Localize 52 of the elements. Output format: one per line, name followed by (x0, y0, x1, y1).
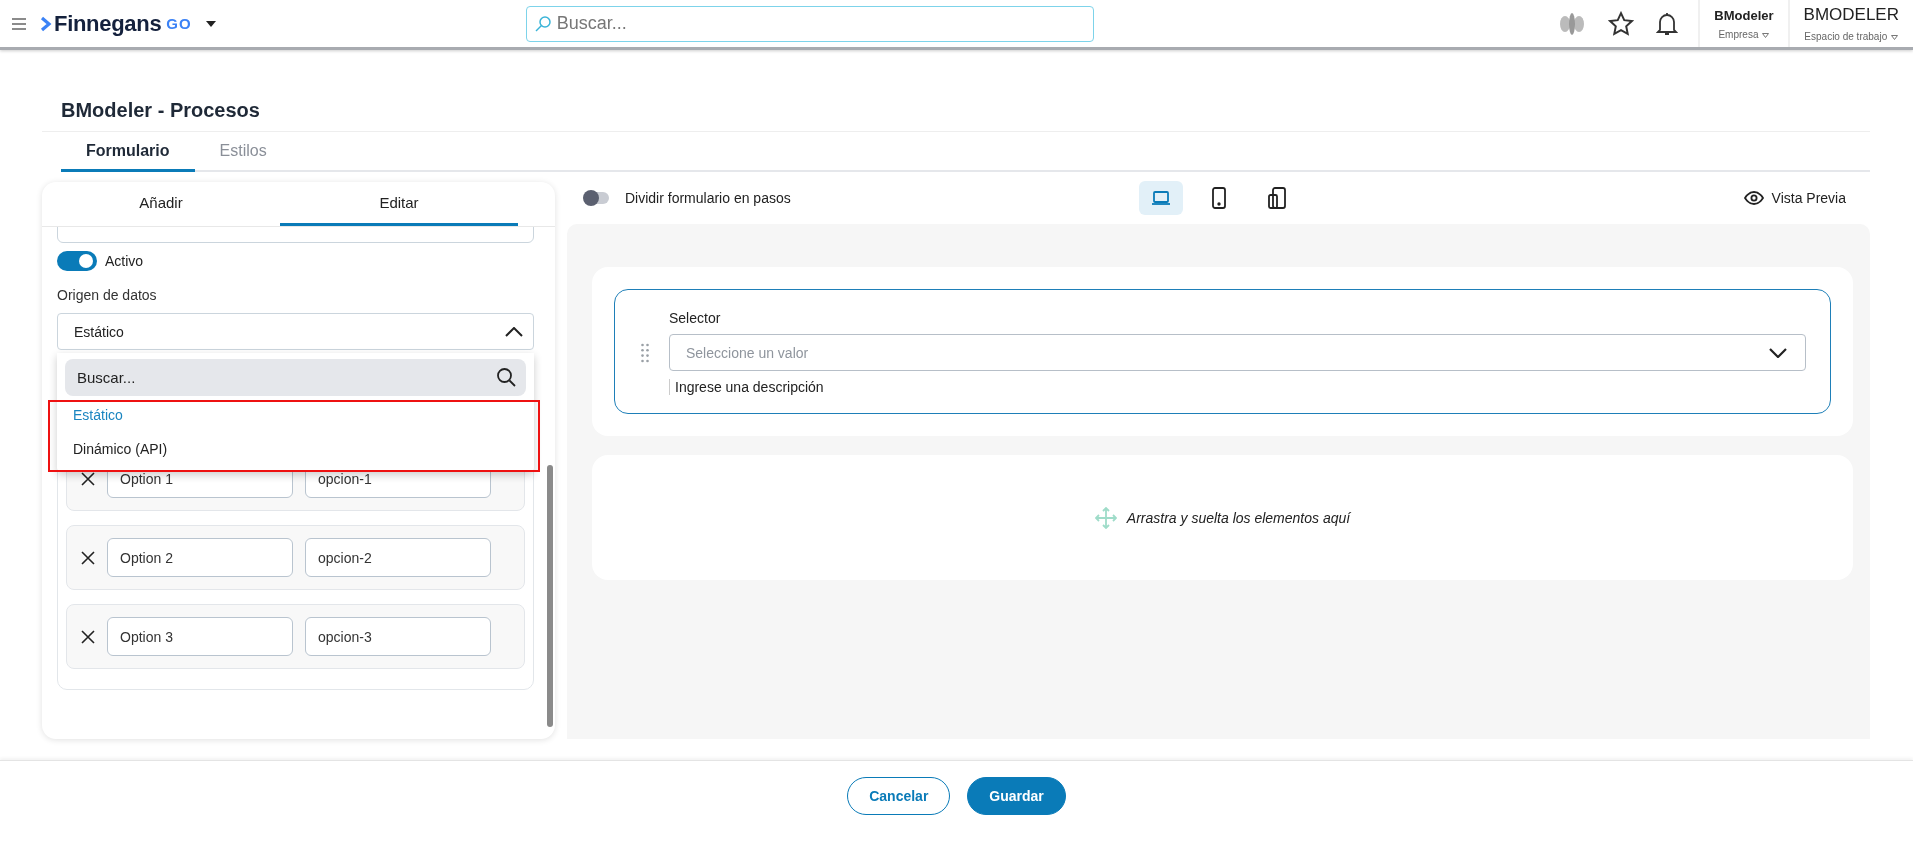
save-button[interactable]: Guardar (967, 777, 1066, 815)
laptop-icon (1150, 190, 1171, 206)
toggle-switch[interactable] (57, 251, 97, 271)
input-field[interactable]: opcion-2 (305, 538, 491, 577)
search-icon (534, 15, 551, 32)
search-field[interactable]: Buscar... (65, 359, 526, 396)
menu-item[interactable]: Estático (65, 398, 526, 432)
eye-icon (1743, 191, 1764, 205)
toggle-switch[interactable] (585, 192, 609, 204)
drag-handle-icon[interactable] (641, 342, 649, 363)
app-logo-icon[interactable] (1558, 11, 1587, 36)
preview-button[interactable]: Vista Previa (1737, 189, 1852, 207)
input-field[interactable]: Option 3 (107, 617, 293, 656)
field-card[interactable]: Selector Seleccione un valor Ingrese una descripción (614, 289, 1831, 414)
close-icon (81, 471, 95, 486)
search-icon (496, 367, 516, 387)
tab[interactable]: Editar (280, 182, 518, 226)
field-label: Origen de datos (57, 287, 158, 303)
caret-icon (1891, 35, 1899, 40)
field-label: Selector (669, 310, 722, 326)
close-icon (81, 629, 95, 644)
search-field[interactable]: Buscar... (525, 5, 1094, 42)
menu-button[interactable] (12, 17, 26, 30)
bell-icon[interactable] (1656, 10, 1679, 37)
toggle-label: Activo (105, 253, 144, 269)
tablet-icon (1210, 187, 1227, 209)
company-selector[interactable]: BModeler Empresa (1698, 0, 1788, 47)
remove-button[interactable] (81, 550, 95, 565)
remove-button[interactable] (81, 471, 95, 486)
input-field[interactable]: Option 2 (107, 538, 293, 577)
chevron-icon (1769, 347, 1787, 358)
tab[interactable]: Formulario (61, 132, 195, 172)
workspace-selector[interactable]: BMODELER Espacio de trabajo (1787, 0, 1913, 47)
drop-hint: Arrastra y suelta los elementos aquí (1126, 509, 1351, 526)
tab[interactable]: Añadir (42, 182, 280, 226)
caret-icon (205, 20, 216, 27)
brand-logo[interactable]: Finnegans GO (40, 10, 192, 37)
phone-icon (1266, 187, 1287, 209)
caret-button[interactable] (205, 20, 216, 27)
page-title: BModeler - Procesos (42, 90, 1870, 132)
chevron-icon (505, 326, 523, 337)
close-icon (81, 550, 95, 565)
star-icon[interactable] (1608, 10, 1635, 37)
move-icon (1094, 506, 1117, 529)
remove-button[interactable] (81, 629, 95, 644)
cancel-button[interactable]: Cancelar (847, 777, 951, 815)
input-field[interactable]: opcion-3 (305, 617, 491, 656)
dropdown-select[interactable]: Estático (57, 313, 534, 350)
toggle-label: Dividir formulario en pasos (625, 190, 791, 206)
caret-icon (1762, 32, 1770, 38)
menu-icon (12, 17, 26, 30)
field-description: Ingrese una descripción (669, 379, 824, 395)
